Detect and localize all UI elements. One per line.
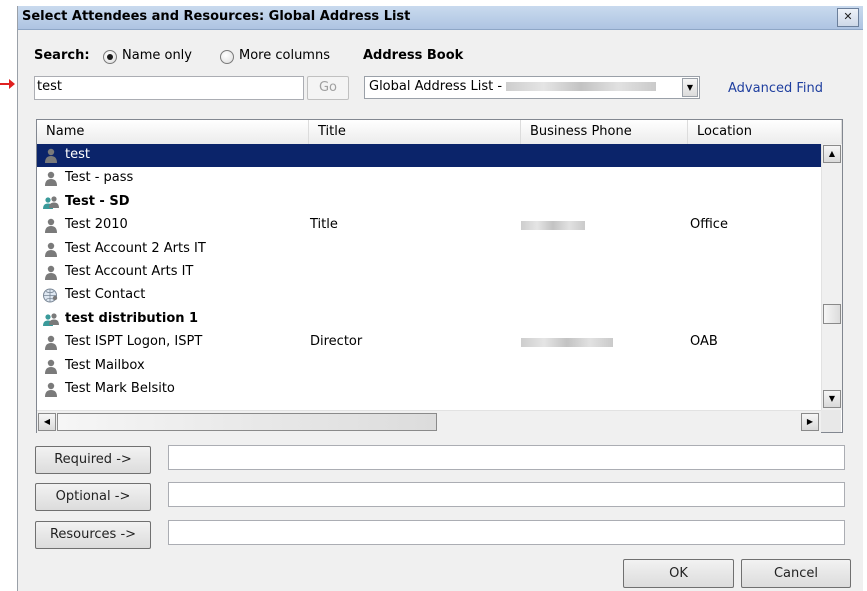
- list-item[interactable]: Test Contact: [37, 284, 821, 307]
- horizontal-scroll-thumb[interactable]: [57, 413, 437, 431]
- required-button[interactable]: Required ->: [35, 446, 151, 474]
- group-icon: [43, 195, 59, 210]
- name-only-label[interactable]: Name only: [122, 48, 192, 63]
- column-header-title[interactable]: Title: [309, 120, 521, 144]
- scroll-left-arrow-icon[interactable]: ◀: [38, 413, 56, 431]
- user-icon: [43, 171, 59, 187]
- name-only-radio[interactable]: [103, 50, 117, 64]
- row-name: test distribution 1: [65, 310, 199, 326]
- ok-button[interactable]: OK: [623, 559, 734, 588]
- user-icon: [43, 382, 59, 397]
- scroll-right-arrow-icon[interactable]: ▶: [801, 413, 819, 431]
- user-icon: [43, 242, 59, 257]
- annotation-arrow-icon: [0, 79, 15, 89]
- title-bar: Select Attendees and Resources: Global A…: [18, 6, 863, 30]
- row-name: Test Mailbox: [65, 357, 145, 373]
- row-name: Test Contact: [65, 287, 146, 303]
- search-input-value: test: [37, 79, 62, 94]
- user-icon: [43, 359, 59, 374]
- contact-globe-icon: [43, 288, 59, 303]
- address-book-selected: Global Address List -: [369, 79, 657, 94]
- list-item[interactable]: Test Mark Belsito: [37, 378, 821, 401]
- optional-field[interactable]: [168, 482, 845, 507]
- redacted-address-book-name: [506, 82, 657, 91]
- scroll-up-arrow-icon[interactable]: ▲: [823, 145, 841, 163]
- list-item[interactable]: Test Mailbox: [37, 355, 821, 378]
- row-business-phone-redacted: [521, 338, 613, 348]
- list-item[interactable]: Test ISPT Logon, ISPT Director OAB: [37, 331, 821, 354]
- row-title: Title: [310, 217, 338, 233]
- close-button[interactable]: ✕: [837, 8, 859, 27]
- advanced-find-link[interactable]: Advanced Find: [728, 81, 823, 96]
- group-icon: [43, 312, 59, 327]
- user-icon: [43, 148, 59, 163]
- list-item[interactable]: test distribution 1: [37, 308, 821, 331]
- search-label: Search:: [34, 48, 90, 63]
- row-business-phone-redacted: [521, 221, 585, 231]
- row-name: Test Mark Belsito: [65, 381, 175, 396]
- address-list[interactable]: Name Title Business Phone Location test T…: [36, 119, 843, 433]
- list-item[interactable]: Test Account Arts IT: [37, 261, 821, 284]
- row-location: Office: [690, 217, 728, 233]
- row-name: test: [65, 147, 90, 162]
- row-name: Test ISPT Logon, ISPT: [65, 334, 203, 350]
- list-item[interactable]: Test Account 2 Arts IT: [37, 238, 821, 261]
- row-name: Test - pass: [65, 170, 134, 186]
- column-header-location[interactable]: Location: [688, 120, 842, 144]
- cancel-button[interactable]: Cancel: [741, 559, 851, 588]
- horizontal-scrollbar[interactable]: ◀ ▶: [37, 410, 821, 433]
- list-header: Name Title Business Phone Location: [37, 120, 842, 145]
- user-icon: [43, 335, 59, 351]
- select-attendees-dialog: Select Attendees and Resources: Global A…: [17, 6, 863, 591]
- search-input[interactable]: test: [34, 76, 304, 100]
- scrollbar-corner: [821, 410, 841, 432]
- row-name: Test Account Arts IT: [65, 264, 194, 279]
- list-item[interactable]: Test 2010 Title Office: [37, 214, 821, 237]
- row-name: Test Account 2 Arts IT: [65, 240, 206, 256]
- go-button[interactable]: Go: [307, 76, 349, 100]
- row-title: Director: [310, 334, 363, 350]
- resources-button[interactable]: Resources ->: [35, 521, 151, 549]
- more-columns-label[interactable]: More columns: [239, 48, 330, 63]
- chevron-down-icon[interactable]: ▼: [682, 78, 698, 97]
- row-location: OAB: [690, 334, 718, 350]
- user-icon: [43, 218, 59, 234]
- user-icon: [43, 265, 59, 280]
- address-book-dropdown[interactable]: Global Address List - ▼: [364, 76, 700, 99]
- row-name: Test 2010: [65, 217, 128, 233]
- list-item[interactable]: test: [37, 144, 821, 167]
- address-book-label: Address Book: [363, 48, 464, 63]
- scroll-down-arrow-icon[interactable]: ▼: [823, 390, 841, 408]
- optional-button[interactable]: Optional ->: [35, 483, 151, 511]
- list-item[interactable]: Test - SD: [37, 191, 821, 214]
- row-name: Test - SD: [65, 193, 130, 209]
- list-item[interactable]: Test - pass: [37, 167, 821, 190]
- resources-field[interactable]: [168, 520, 845, 545]
- vertical-scrollbar[interactable]: ▲ ▼: [821, 144, 842, 410]
- vertical-scroll-thumb[interactable]: [823, 304, 841, 324]
- column-header-name[interactable]: Name: [37, 120, 309, 144]
- column-header-business-phone[interactable]: Business Phone: [521, 120, 688, 144]
- window-title: Select Attendees and Resources: Global A…: [22, 9, 411, 24]
- required-field[interactable]: [168, 445, 845, 470]
- more-columns-radio[interactable]: [220, 50, 234, 64]
